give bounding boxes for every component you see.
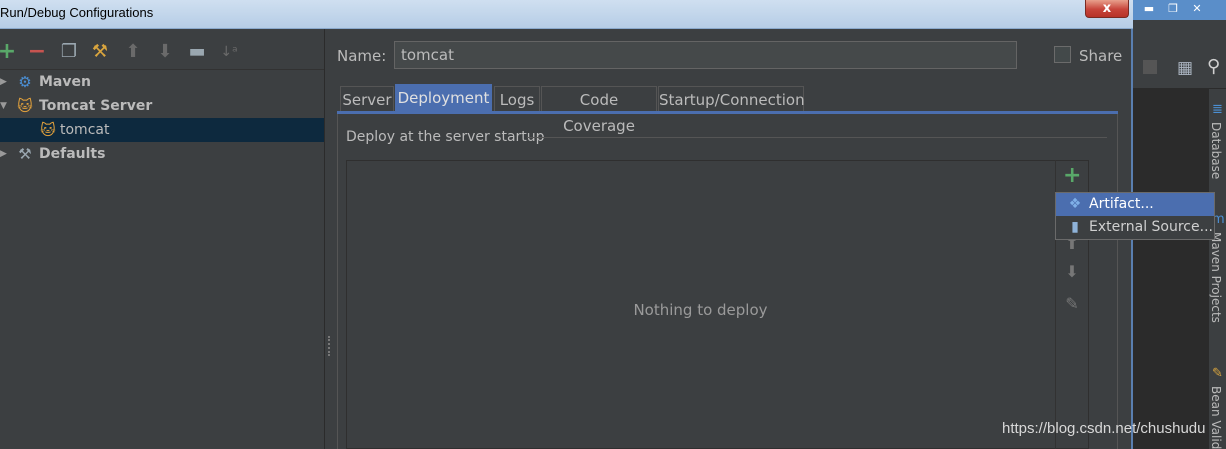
tree-item-tomcat[interactable]: 🐱 tomcat [0, 118, 324, 142]
side-tab-bean-validation[interactable]: ✎ Bean Valid [1208, 364, 1226, 449]
bean-icon: ✎ [1212, 366, 1223, 381]
remove-icon[interactable]: − [26, 41, 48, 63]
database-icon: ≣ [1212, 102, 1223, 117]
move-up-icon[interactable]: ⬆ [122, 41, 144, 63]
search-icon[interactable]: ⚲ [1207, 56, 1220, 77]
tomcat-icon: 🐱 [17, 97, 33, 115]
section-title: Deploy at the server startup [346, 129, 545, 145]
menu-item-external-source[interactable]: ▮ External Source... [1056, 216, 1214, 239]
sort-icon[interactable]: ↓ᵃ [218, 41, 240, 63]
side-tab-label: Bean Valid [1209, 386, 1223, 449]
copy-icon[interactable]: ❐ [58, 41, 80, 63]
ide-toolbar: ▦ ⚲ [1133, 50, 1226, 89]
tree-item-label: tomcat [60, 122, 110, 138]
menu-item-label: Artifact... [1089, 196, 1154, 212]
section-divider [527, 137, 1107, 138]
share-checkbox[interactable] [1054, 46, 1071, 63]
tree-item-label: Defaults [39, 146, 106, 162]
menu-item-label: External Source... [1089, 219, 1213, 235]
side-tab-database[interactable]: ≣ Database [1208, 98, 1226, 183]
dialog-title: Run/Debug Configurations [0, 5, 154, 20]
watermark: https://blog.csdn.net/chushudu [1002, 420, 1206, 437]
close-icon[interactable]: ✕ [1185, 1, 1209, 17]
minimize-icon[interactable]: ▬ [1137, 1, 1161, 17]
artifact-icon: ❖ [1068, 196, 1082, 212]
expand-arrow-icon[interactable]: ▶ [0, 70, 7, 94]
ide-titlebar: ▬ ❐ ✕ [1133, 0, 1226, 20]
move-down-icon[interactable]: ⬇ [154, 41, 176, 63]
tab-server[interactable]: Server [340, 86, 394, 112]
add-icon[interactable]: + [0, 41, 18, 63]
tab-logs[interactable]: Logs [494, 86, 540, 112]
ide-editor-area [1133, 89, 1208, 449]
splitter-handle[interactable] [328, 336, 333, 356]
menu-item-artifact[interactable]: ❖ Artifact... [1056, 193, 1214, 216]
folder-icon[interactable]: ▬ [186, 41, 208, 63]
collapse-arrow-icon[interactable]: ▼ [0, 94, 7, 118]
dialog-titlebar[interactable]: Run/Debug Configurations x [0, 0, 1133, 29]
wrench-icon[interactable]: ⚒ [89, 41, 111, 63]
share-label: Share [1079, 47, 1123, 65]
side-tab-label: Database [1209, 122, 1223, 180]
empty-state-text: Nothing to deploy [633, 301, 768, 319]
expand-arrow-icon[interactable]: ▶ [0, 142, 7, 166]
toolbar-stop-icon[interactable] [1143, 60, 1157, 74]
project-structure-icon[interactable]: ▦ [1177, 58, 1193, 78]
edit-icon[interactable]: ✎ [1063, 294, 1081, 314]
wrench-icon: ⚒ [18, 145, 32, 163]
side-tab-label: Maven Projects [1209, 232, 1223, 323]
tab-startup-connection[interactable]: Startup/Connection [658, 86, 805, 112]
tab-code-coverage[interactable]: Code Coverage [541, 86, 657, 135]
tree-item-label: Maven [39, 74, 91, 90]
tomcat-icon: 🐱 [40, 121, 56, 139]
maximize-icon[interactable]: ❐ [1161, 1, 1185, 17]
tree-item-maven[interactable]: ▶ ⚙ Maven [0, 70, 324, 94]
configurations-toolbar: + − ❐ ⚒ ⬆ ⬇ ▬ ↓ᵃ [0, 29, 324, 70]
run-debug-dialog: Run/Debug Configurations x + − ❐ ⚒ ⬆ ⬇ ▬… [0, 0, 1133, 449]
name-label: Name: [337, 47, 387, 65]
configurations-panel: + − ❐ ⚒ ⬆ ⬇ ▬ ↓ᵃ ▶ ⚙ Maven ▼ 🐱 Tomcat Se… [0, 29, 325, 449]
name-field[interactable] [394, 41, 1017, 69]
tree-item-defaults[interactable]: ▶ ⚒ Defaults [0, 142, 324, 166]
close-button[interactable]: x [1085, 0, 1129, 18]
gear-icon: ⚙ [18, 73, 32, 91]
add-icon[interactable]: + [1063, 165, 1081, 187]
tree-item-tomcat-server[interactable]: ▼ 🐱 Tomcat Server [0, 94, 324, 118]
tab-deployment[interactable]: Deployment [395, 84, 492, 112]
add-popup-menu: ❖ Artifact... ▮ External Source... [1055, 192, 1215, 240]
tree-item-label: Tomcat Server [39, 98, 153, 114]
move-down-icon[interactable]: ⬇ [1063, 262, 1081, 282]
jar-icon: ▮ [1071, 219, 1079, 235]
